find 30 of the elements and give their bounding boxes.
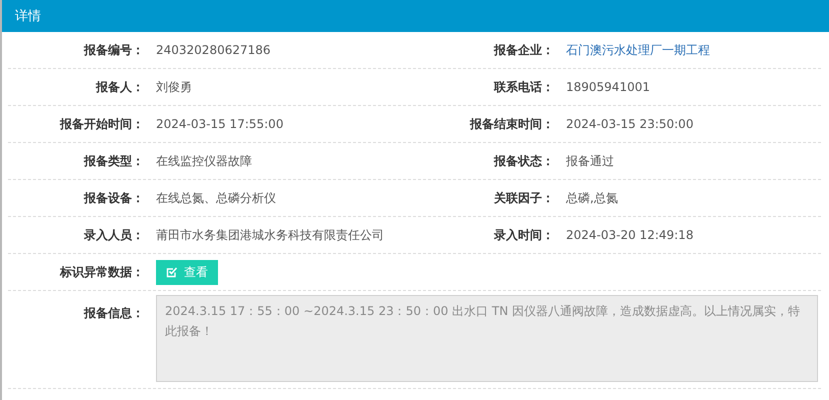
- field-value: 2024-03-20 12:49:18: [566, 228, 694, 242]
- field-value: 在线监控仪器故障: [156, 152, 252, 170]
- field-label: 报备结束时间：: [468, 116, 554, 132]
- field-label: 报备类型：: [82, 152, 144, 170]
- field-label: 录入人员：: [83, 226, 144, 244]
- field-label: 报备状态：: [492, 152, 554, 170]
- field-label: 关联因子：: [492, 190, 554, 206]
- field-value: 在线总氮、总磷分析仪: [156, 190, 276, 206]
- field-value: 莆田市水务集团港城水务科技有限责任公司: [156, 226, 384, 244]
- field-label: 报备编号：: [82, 42, 144, 58]
- field-label: 报备人：: [94, 78, 144, 96]
- field-value: 报备通过: [566, 152, 614, 170]
- field-label: 报备企业：: [492, 42, 554, 58]
- view-button[interactable]: 查看: [156, 260, 218, 284]
- field-value: 刘俊勇: [156, 78, 192, 96]
- field-value: 总磷,总氮: [566, 190, 618, 206]
- field-value: 2024-03-15 17:55:00: [156, 117, 284, 131]
- window-title: 详情: [15, 8, 41, 25]
- field-label: 录入时间：: [493, 226, 554, 244]
- field-label: 联系电话：: [492, 78, 554, 96]
- field-label: 报备信息：: [82, 305, 144, 322]
- field-value: 18905941001: [566, 80, 650, 94]
- field-label: 报备开始时间：: [58, 116, 144, 132]
- company-link[interactable]: 石门澳污水处理厂一期工程: [566, 42, 710, 58]
- field-value: 2024-03-15 23:50:00: [566, 117, 694, 131]
- field-label: 报备设备：: [82, 190, 144, 206]
- checkbox-icon: [166, 266, 178, 278]
- info-textarea[interactable]: 2024.3.15 17：55：00 ~2024.3.15 23：50：00 出水口 TN 因仪器八通阀故障，造成数据虚高。以上情况属实，特此报备！: [156, 295, 818, 382]
- field-label: 标识异常数据：: [58, 264, 144, 280]
- field-value: 240320280627186: [156, 43, 271, 57]
